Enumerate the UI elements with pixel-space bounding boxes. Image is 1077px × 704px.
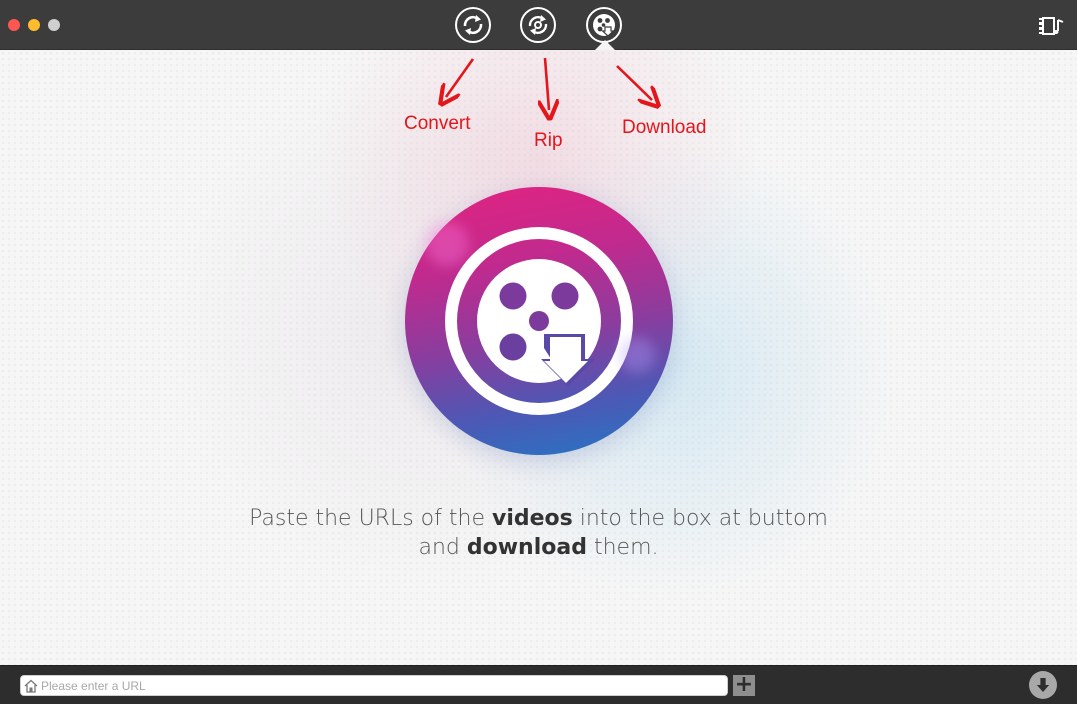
zoom-window-button[interactable]	[48, 19, 60, 31]
convert-icon	[463, 15, 483, 35]
rip-arrow	[545, 57, 549, 110]
hero-logo	[405, 187, 673, 455]
add-url-button[interactable]: +	[733, 674, 755, 696]
download-arrow	[616, 65, 652, 100]
tab-download[interactable]	[586, 7, 622, 43]
emphasis-download: download	[466, 535, 587, 560]
close-window-button[interactable]	[8, 19, 20, 31]
download-all-button[interactable]	[1029, 671, 1057, 699]
film-music-icon	[1039, 17, 1064, 35]
convert-annotation: Convert	[404, 113, 471, 134]
main-content-area: Convert Rip Download Paste the URLs of t…	[0, 50, 1077, 665]
active-tab-indicator	[595, 40, 615, 50]
media-browser-button[interactable]	[1037, 14, 1065, 38]
title-bar	[0, 0, 1077, 50]
home-icon	[24, 679, 38, 693]
rip-annotation: Rip	[534, 130, 563, 151]
tab-convert[interactable]	[455, 7, 491, 43]
convert-arrow	[446, 58, 475, 97]
download-icon	[593, 14, 616, 37]
bottom-bar: +	[0, 665, 1077, 704]
tab-rip[interactable]	[520, 7, 556, 43]
url-input[interactable]	[38, 676, 727, 695]
url-field[interactable]	[20, 675, 728, 696]
instruction-line-1: Paste the URLs of the videos into the bo…	[249, 506, 828, 531]
emphasis-videos: videos	[491, 506, 573, 531]
download-annotation: Download	[622, 117, 707, 138]
film-reel-download-icon	[477, 259, 601, 386]
rip-icon	[528, 15, 548, 35]
download-arrow-icon	[1036, 678, 1050, 692]
minimize-window-button[interactable]	[28, 19, 40, 31]
instruction-text: Paste the URLs of the videos into the bo…	[0, 504, 1077, 562]
instruction-line-2: and download them.	[418, 535, 659, 560]
